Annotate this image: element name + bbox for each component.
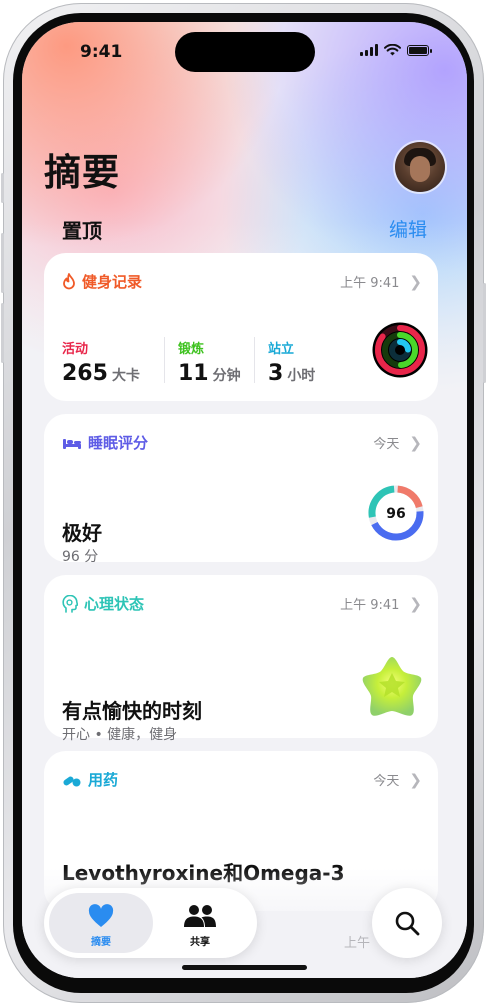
mood-tags: 开心 • 健康，健身: [62, 727, 178, 743]
pinned-section-title: 置顶: [62, 219, 102, 243]
exercise-value: 11: [178, 361, 209, 386]
move-label: 活动: [62, 342, 89, 357]
head-icon: [62, 594, 78, 613]
status-time: 9:41: [80, 42, 123, 62]
page-title: 摘要: [44, 151, 120, 194]
sleep-score-text: 96 分: [62, 549, 99, 565]
status-icons: [360, 44, 432, 56]
people-icon: [184, 905, 216, 927]
move-metric: 活动 265 大卡: [62, 338, 140, 386]
chevron-right-icon: ❯: [409, 433, 422, 452]
move-value: 265: [62, 361, 108, 386]
mind-card-time: 上午 9:41: [340, 598, 400, 613]
chevron-right-icon: ❯: [409, 770, 422, 789]
sleep-card[interactable]: 睡眠评分 今天 ❯ 极好 96 分 96: [44, 414, 438, 565]
tab-sharing[interactable]: 共享: [148, 893, 252, 953]
tab-summary[interactable]: 摘要: [49, 893, 153, 953]
stand-value: 3: [268, 361, 284, 386]
activity-card-time: 上午 9:41: [340, 276, 400, 291]
mood-star-icon: [362, 657, 422, 716]
flame-icon: [63, 273, 75, 290]
stand-metric: 站立 3 小时: [268, 338, 315, 386]
mood-text: 有点愉快的时刻: [62, 699, 202, 723]
meds-card-title: 用药: [88, 771, 119, 789]
sleep-score-ring: 96: [368, 485, 424, 541]
chevron-right-icon: ❯: [409, 272, 422, 291]
search-icon: [395, 911, 420, 936]
activity-card-title: 健身记录: [82, 273, 143, 291]
sleep-card-title: 睡眠评分: [88, 434, 149, 452]
tab-summary-label: 摘要: [91, 937, 111, 948]
home-indicator[interactable]: [182, 965, 307, 970]
exercise-unit: 分钟: [212, 368, 241, 384]
tab-sharing-label: 共享: [190, 937, 210, 948]
edit-button[interactable]: 编辑: [389, 215, 427, 242]
tab-bar: 摘要 共享: [44, 888, 257, 958]
pills-icon: [63, 776, 81, 786]
divider: [164, 337, 165, 383]
bed-icon: [63, 438, 81, 449]
battery-icon: [407, 44, 432, 56]
stand-label: 站立: [268, 342, 295, 357]
exercise-metric: 锻炼 11 分钟: [178, 338, 241, 386]
mind-card-title: 心理状态: [84, 595, 145, 613]
peek-card-time: 上午: [344, 936, 371, 951]
cellular-signal-icon: [360, 44, 378, 56]
sleep-rating: 极好: [62, 521, 102, 545]
chevron-right-icon: ❯: [409, 594, 422, 613]
screen: 9:41 摘要 置顶 编辑 健身记录 上午 9:41 ❯ 活动 265 大卡 锻…: [22, 22, 467, 978]
heart-icon: [88, 904, 114, 927]
move-unit: 大卡: [111, 368, 140, 384]
stand-unit: 小时: [287, 368, 316, 384]
wifi-icon: [384, 44, 401, 56]
divider: [254, 337, 255, 383]
meds-card-time: 今天: [373, 774, 400, 789]
state-of-mind-card[interactable]: 心理状态 上午 9:41 ❯ 有点愉快的时刻 开心 • 健康，健身: [44, 575, 438, 743]
exercise-label: 锻炼: [178, 342, 205, 357]
sleep-card-time: 今天: [373, 437, 400, 452]
activity-card[interactable]: 健身记录 上午 9:41 ❯ 活动 265 大卡 锻炼 11 分钟 站立 3 小时: [44, 253, 438, 401]
dynamic-island: [175, 32, 315, 72]
sleep-score-value: 96: [386, 506, 405, 522]
profile-avatar[interactable]: [395, 142, 445, 192]
search-button[interactable]: [372, 888, 442, 958]
activity-rings-icon: [372, 322, 428, 378]
